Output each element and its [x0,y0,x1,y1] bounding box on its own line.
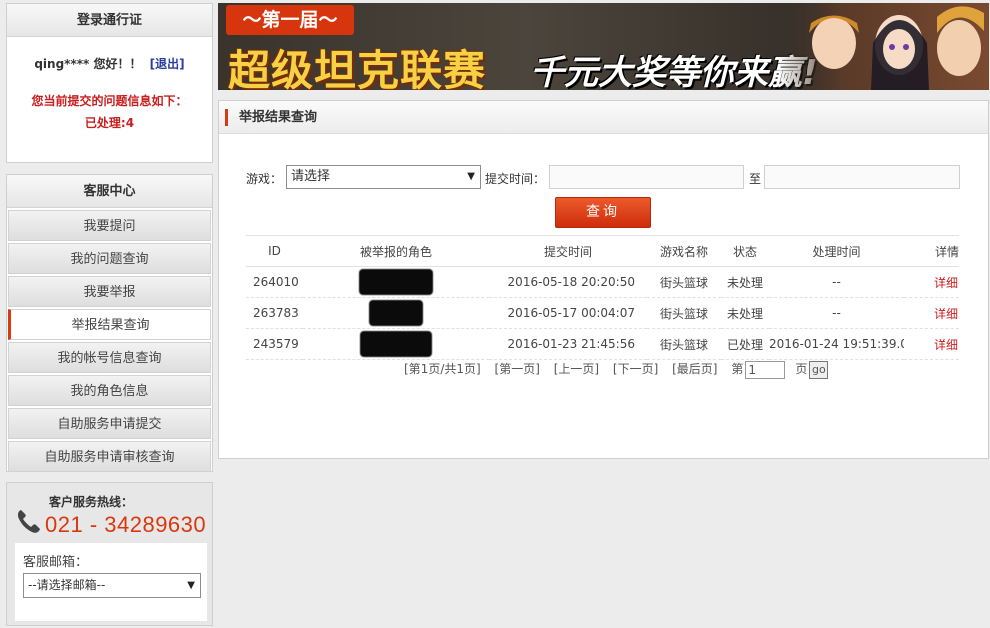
cell-process-time: -- [769,297,904,329]
panel-title: 举报结果查询 [239,110,318,125]
detail-link[interactable]: 详细 [904,297,959,329]
redaction-mark [360,331,432,357]
header-game-name: 游戏名称 [647,235,721,267]
end-date-input[interactable] [764,165,960,189]
cell-submit-time: 2016-05-17 00:04:07 [489,297,647,329]
cell-status: 未处理 [721,266,769,298]
menu-item-self-service-review[interactable]: 自助服务申请审核查询 [8,441,211,472]
game-select[interactable]: 请选择 ▼ [286,165,481,189]
cell-process-time: -- [769,266,904,298]
mail-select-value: --请选择邮箱-- [28,578,106,592]
redaction-mark [359,269,433,295]
login-panel: 登录通行证 qing**** 您好！！ [退出] 您当前提交的问题信息如下： 已… [6,3,213,163]
menu-item-report-results[interactable]: 举报结果查询 [8,309,211,340]
last-page-link[interactable]: [最后页] [672,362,717,376]
page-number-input[interactable]: 1 [745,360,786,379]
start-date-input[interactable] [549,165,744,189]
cell-status: 已处理 [721,328,769,360]
prev-page-link[interactable]: [上一页] [554,362,599,376]
banner-subtitle: ～第一届～ [226,5,354,35]
cell-id: 264010 [246,266,303,298]
user-greeting: qing**** 您好！！ [退出] [7,55,212,72]
page-info: [第1页/共1页] [404,362,481,376]
hotline-label: 客户服务热线： [49,495,134,509]
login-panel-title: 登录通行证 [7,4,212,37]
panel-header: 举报结果查询 [219,101,988,134]
go-button[interactable]: go [809,360,829,379]
menu-item-my-questions[interactable]: 我的问题查询 [8,243,211,274]
cell-submit-time: 2016-05-18 20:20:50 [489,266,647,298]
game-select-value: 请选择 [291,169,331,184]
service-menu: 我要提问 我的问题查询 我要举报 举报结果查询 我的帐号信息查询 我的角色信息 … [7,210,212,472]
table-row: 264010 2016-05-18 20:20:50 街头篮球 未处理 -- 详… [246,266,959,298]
notice-line: 您当前提交的问题信息如下： [31,94,188,108]
query-button[interactable]: 查询 [555,197,651,228]
pagination: [第1页/共1页] [第一页] [上一页] [下一页] [最后页] 第 1 页 go [404,360,838,379]
cell-submit-time: 2016-01-23 21:45:56 [489,328,647,360]
cell-id: 263783 [246,297,303,329]
next-page-link[interactable]: [下一页] [613,362,658,376]
submission-notice: 您当前提交的问题信息如下： 已处理:4 [7,90,212,134]
redaction-mark [369,300,423,326]
table-header-row: ID 被举报的角色 提交时间 游戏名称 状态 处理时间 详情 [246,235,959,267]
table-row: 243579 2016-01-23 21:45:56 街头篮球 已处理 2016… [246,328,959,360]
cell-reported-role [303,266,489,298]
report-results-panel: 举报结果查询 游戏： 请选择 ▼ 提交时间： 至 查询 ID 被举报的角色 提交… [218,100,989,459]
to-label: 至 [749,172,762,186]
page-suffix: 页 [795,362,808,376]
banner-character-art [779,3,989,90]
table-row: 263783 2016-05-17 00:04:07 街头篮球 未处理 -- 详… [246,297,959,329]
mail-select[interactable]: --请选择邮箱-- ▼ [23,573,201,598]
cell-game-name: 街头篮球 [647,328,721,360]
submit-time-label: 提交时间： [485,172,546,186]
hotline-panel: 客户服务热线： 021 - 34289630 客服邮箱： --请选择邮箱-- ▼ [6,482,213,626]
first-page-link[interactable]: [第一页] [495,362,540,376]
header-id: ID [246,235,303,267]
cell-status: 未处理 [721,297,769,329]
banner-slogan: 千元大奖等你来赢! [530,53,818,90]
header-submit-time: 提交时间 [489,235,647,267]
game-label: 游戏： [246,172,283,186]
cell-reported-role [303,328,489,360]
cell-process-time: 2016-01-24 19:51:39.0 [769,328,904,360]
service-center-panel: 客服中心 我要提问 我的问题查询 我要举报 举报结果查询 我的帐号信息查询 我的… [6,174,213,472]
menu-item-account-info[interactable]: 我的帐号信息查询 [8,342,211,373]
header-process-time: 处理时间 [769,235,904,267]
greeting-text: qing**** 您好！！ [34,57,142,71]
mail-label: 客服邮箱： [23,555,89,570]
header-detail: 详情 [904,235,959,267]
results-table: ID 被举报的角色 提交时间 游戏名称 状态 处理时间 详情 264010 20… [246,235,959,360]
menu-item-report[interactable]: 我要举报 [8,276,211,307]
dropdown-arrow-icon: ▼ [467,171,475,182]
menu-item-self-service-submit[interactable]: 自助服务申请提交 [8,408,211,439]
dropdown-arrow-icon: ▼ [187,580,195,591]
hotline-number: 021 - 34289630 [45,512,207,537]
banner-title: 超级坦克联赛 [228,46,487,90]
promo-banner[interactable]: ～第一届～ 超级坦克联赛 千元大奖等你来赢! [218,3,989,90]
cell-game-name: 街头篮球 [647,297,721,329]
header-reported-role: 被举报的角色 [303,235,489,267]
header-accent-bar [225,109,228,126]
mail-area: 客服邮箱： --请选择邮箱-- ▼ [15,543,207,621]
menu-item-role-info[interactable]: 我的角色信息 [8,375,211,406]
cell-id: 243579 [246,328,303,360]
detail-link[interactable]: 详细 [904,266,959,298]
cell-game-name: 街头篮球 [647,266,721,298]
menu-item-ask[interactable]: 我要提问 [8,210,211,241]
service-center-title: 客服中心 [7,175,212,208]
page-prefix: 第 [731,362,744,376]
phone-icon [17,510,40,533]
logout-link[interactable]: [退出] [150,57,185,71]
cell-reported-role [303,297,489,329]
header-status: 状态 [721,235,769,267]
detail-link[interactable]: 详细 [904,328,959,360]
processed-count: 已处理:4 [84,116,135,130]
